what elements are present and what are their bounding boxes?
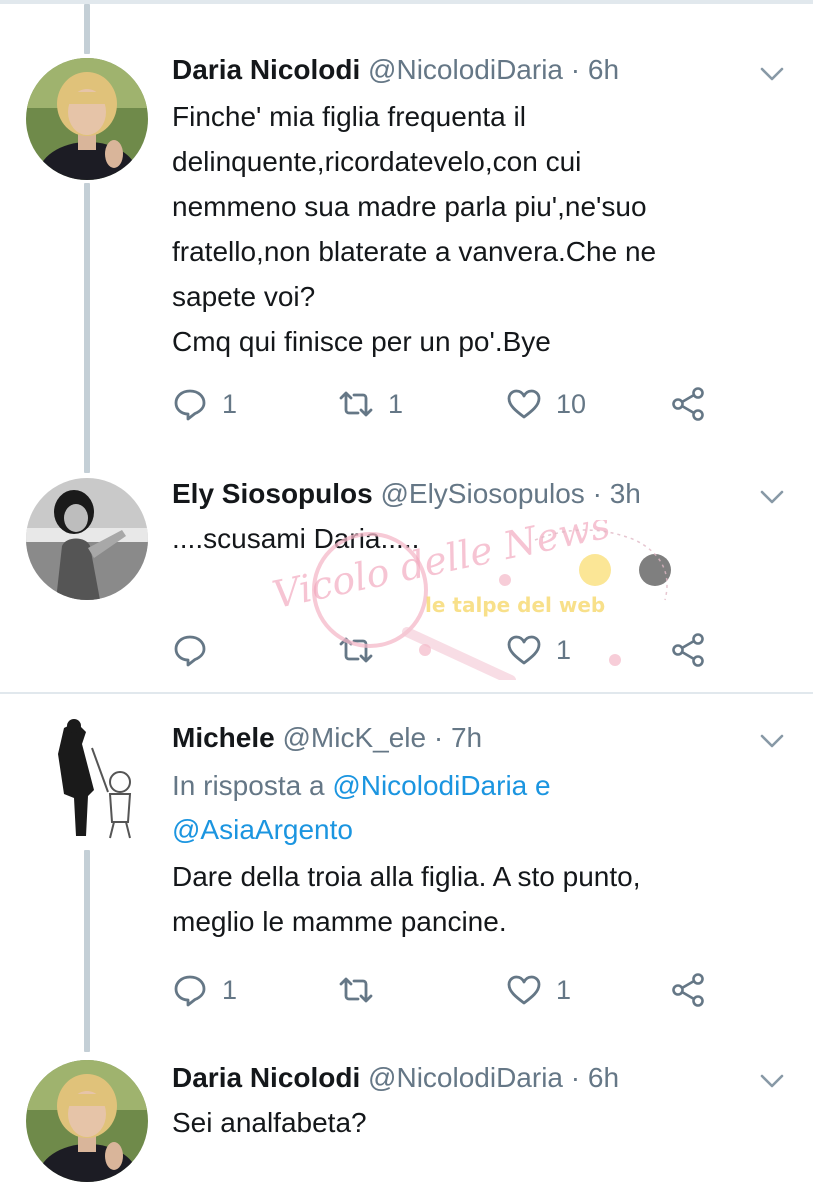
timestamp[interactable]: 6h: [588, 54, 619, 85]
profile-photo: [26, 58, 148, 180]
display-name[interactable]: Ely Siosopulos: [172, 478, 373, 509]
chevron-down-icon[interactable]: [759, 1068, 785, 1094]
mention-link[interactable]: @NicolodiDaria: [332, 770, 527, 801]
reply-conjunction: e: [535, 770, 551, 801]
like-button[interactable]: 1: [506, 970, 571, 1010]
share-button[interactable]: [670, 630, 706, 670]
tweet-daria-1[interactable]: Daria Nicolodi @NicolodiDaria · 6h Finch…: [0, 0, 813, 470]
share-icon: [672, 387, 704, 421]
user-handle[interactable]: @MicK_ele: [282, 722, 426, 753]
reply-count: 1: [222, 388, 238, 419]
chevron-down-icon[interactable]: [759, 61, 785, 87]
user-handle[interactable]: @NicolodiDaria: [368, 1062, 563, 1093]
retweet-count: 1: [388, 388, 404, 419]
like-count: 1: [556, 634, 572, 665]
like-icon: [507, 389, 541, 419]
share-icon: [672, 973, 704, 1007]
reply-icon: [174, 975, 206, 1007]
chevron-down-icon[interactable]: [759, 484, 785, 510]
user-handle[interactable]: @NicolodiDaria: [368, 54, 563, 85]
tweet-text: Dare della troia alla figlia. A sto punt…: [172, 861, 641, 937]
like-icon: [507, 635, 541, 665]
tweet-text: ....scusami Daria.....: [172, 523, 420, 554]
share-icon: [672, 633, 704, 667]
like-button[interactable]: 10: [506, 384, 586, 424]
tweet-header: Ely Siosopulos @ElySiosopulos · 3h: [172, 476, 641, 512]
timestamp[interactable]: 3h: [610, 478, 641, 509]
retweet-icon: [339, 977, 373, 1003]
like-icon: [507, 975, 541, 1005]
reply-icon: [174, 389, 206, 421]
retweet-icon: [339, 637, 373, 663]
profile-photo: [26, 478, 148, 600]
chevron-down-icon[interactable]: [759, 728, 785, 754]
separator-dot: ·: [433, 722, 444, 753]
mention-link[interactable]: @AsiaArgento: [172, 814, 353, 845]
display-name[interactable]: Daria Nicolodi: [172, 1062, 360, 1093]
profile-photo: [26, 1060, 148, 1182]
user-handle[interactable]: @ElySiosopulos: [380, 478, 584, 509]
tweet-text: Sei analfabeta?: [172, 1107, 367, 1138]
display-name[interactable]: Michele: [172, 722, 275, 753]
retweet-button[interactable]: [338, 630, 388, 670]
avatar-ely-siosopulos[interactable]: [26, 478, 148, 600]
display-name[interactable]: Daria Nicolodi: [172, 54, 360, 85]
reply-count: 1: [222, 974, 238, 1005]
tweet-michele[interactable]: Michele @MicK_ele · 7h In risposta a @Ni…: [0, 694, 813, 1052]
avatar-michele[interactable]: [36, 714, 148, 844]
reply-button[interactable]: [172, 630, 222, 670]
profile-photo: [36, 714, 148, 844]
tweet-actions: 1 1 10: [172, 384, 732, 424]
tweet-daria-2[interactable]: Daria Nicolodi @NicolodiDaria · 6h Sei a…: [0, 1052, 813, 1200]
reply-icon: [174, 635, 206, 667]
avatar-daria-nicolodi[interactable]: [26, 58, 148, 180]
tweet-actions: 1 1: [172, 970, 732, 1010]
timestamp[interactable]: 7h: [451, 722, 482, 753]
retweet-icon: [339, 391, 373, 417]
separator-dot: ·: [570, 54, 581, 85]
like-count: 1: [556, 974, 572, 1005]
like-button[interactable]: 1: [506, 630, 571, 670]
separator-dot: ·: [592, 478, 602, 509]
retweet-button[interactable]: 1: [338, 384, 403, 424]
tweet-header: Daria Nicolodi @NicolodiDaria · 6h: [172, 1060, 619, 1096]
avatar-daria-nicolodi[interactable]: [26, 1060, 148, 1182]
tweet-text: Finche' mia figlia frequenta il delinque…: [172, 101, 657, 357]
like-count: 10: [556, 388, 587, 419]
tweet-ely[interactable]: Ely Siosopulos @ElySiosopulos · 3h ....s…: [0, 470, 813, 692]
reply-button[interactable]: 1: [172, 970, 237, 1010]
reply-prefix: In risposta a: [172, 770, 325, 801]
retweet-button[interactable]: [338, 970, 388, 1010]
share-button[interactable]: [670, 970, 706, 1010]
tweet-header: Michele @MicK_ele · 7h: [172, 720, 482, 756]
separator-dot: ·: [570, 1062, 581, 1093]
reply-context: In risposta a @NicolodiDaria e @AsiaArge…: [172, 764, 782, 852]
tweet-actions: 1: [172, 630, 732, 670]
reply-button[interactable]: 1: [172, 384, 237, 424]
share-button[interactable]: [670, 384, 706, 424]
tweet-header: Daria Nicolodi @NicolodiDaria · 6h: [172, 52, 619, 88]
timestamp[interactable]: 6h: [588, 1062, 619, 1093]
